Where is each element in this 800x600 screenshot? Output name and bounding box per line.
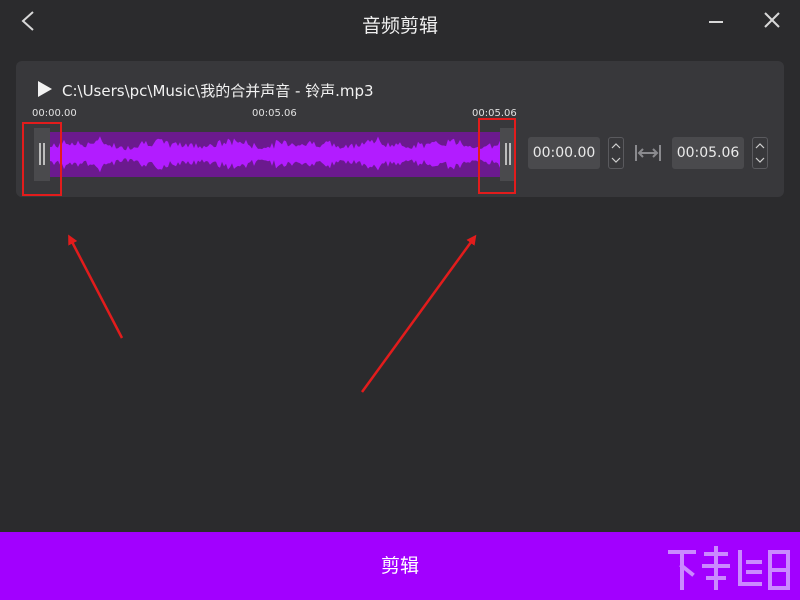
end-time-increment[interactable] bbox=[753, 138, 767, 153]
waveform bbox=[50, 136, 510, 173]
close-icon bbox=[764, 12, 780, 28]
minimize-button[interactable] bbox=[702, 8, 730, 36]
start-time-stepper[interactable] bbox=[608, 137, 624, 169]
start-time-decrement[interactable] bbox=[609, 153, 623, 168]
close-button[interactable] bbox=[758, 6, 786, 34]
audio-track-card: C:\Users\pc\Music\我的合并声音 - 铃声.mp3 00:00.… bbox=[16, 61, 784, 197]
title-bar: 音频剪辑 bbox=[0, 0, 800, 44]
chevron-down-icon bbox=[611, 157, 621, 163]
annotation-box-start-handle bbox=[22, 122, 62, 196]
annotation-box-end-handle bbox=[478, 118, 516, 194]
minimize-icon bbox=[709, 21, 723, 23]
play-button[interactable] bbox=[36, 80, 54, 98]
timeline-tick: 00:05.06 bbox=[252, 108, 297, 119]
annotation-arrow-left bbox=[68, 234, 124, 339]
cut-button[interactable]: 剪辑 bbox=[0, 532, 800, 600]
duration-icon bbox=[635, 145, 661, 161]
play-icon bbox=[38, 81, 52, 97]
file-path: C:\Users\pc\Music\我的合并声音 - 铃声.mp3 bbox=[62, 82, 374, 100]
window-title: 音频剪辑 bbox=[361, 15, 438, 37]
start-time-increment[interactable] bbox=[609, 138, 623, 153]
end-time-input[interactable]: 00:05.06 bbox=[672, 137, 744, 169]
waveform-area[interactable] bbox=[32, 128, 516, 181]
end-time-stepper[interactable] bbox=[752, 137, 768, 169]
start-time-input[interactable]: 00:00.00 bbox=[528, 137, 600, 169]
annotation-arrow-right bbox=[360, 234, 477, 393]
chevron-down-icon bbox=[755, 157, 765, 163]
timeline-tick: 00:00.00 bbox=[32, 108, 77, 119]
chevron-up-icon bbox=[755, 143, 765, 149]
chevron-up-icon bbox=[611, 143, 621, 149]
end-time-decrement[interactable] bbox=[753, 153, 767, 168]
